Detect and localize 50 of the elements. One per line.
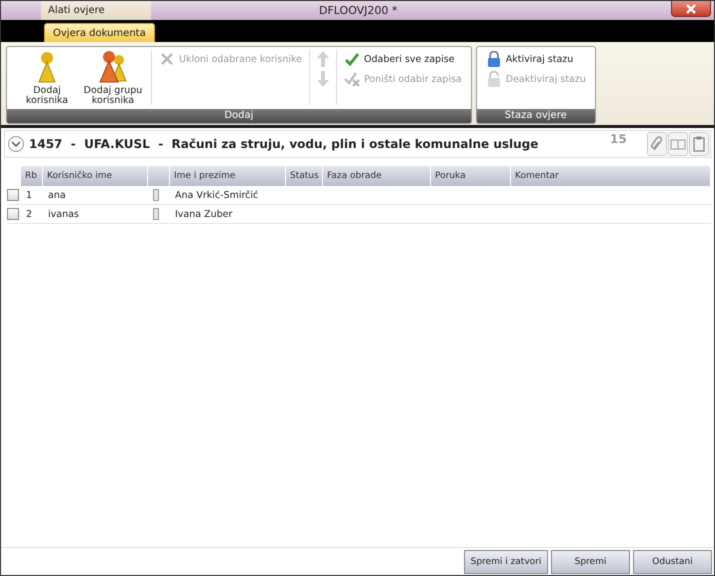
collapse-button[interactable] [8, 136, 24, 152]
footer-button[interactable]: Spremi i zatvori [464, 550, 548, 574]
people-icon [98, 50, 128, 84]
ribbon-tab[interactable]: Ovjera dokumenta [44, 23, 155, 42]
book-button[interactable] [668, 132, 688, 156]
person-icon [37, 50, 57, 84]
table-cell-text: ivanas [47, 208, 80, 220]
footer-button[interactable]: Odustani [633, 550, 712, 574]
chevron-down-icon [11, 141, 21, 147]
group-label: Dodaj [7, 109, 471, 123]
padlock-icon [486, 71, 502, 87]
window-title: DFLOOVJ200 * [319, 4, 398, 17]
group-label: Staza ovjere [476, 109, 595, 123]
checkmark-cross-icon [344, 71, 360, 87]
checkbox[interactable] [7, 189, 19, 201]
checkbox[interactable] [7, 208, 19, 220]
column-header[interactable]: Faza obrade [323, 166, 431, 186]
document-icon [153, 208, 159, 220]
ribbon-button[interactable]: Aktiviraj stazu [484, 50, 588, 68]
column-header[interactable]: Ime i prezime [170, 166, 286, 186]
column-header[interactable]: Komentar [511, 166, 711, 186]
table-cell-text: 1 [25, 190, 34, 200]
context-tab[interactable]: Alati ovjere [41, 1, 151, 20]
table-cell-text: Ivana Zuber [174, 208, 234, 220]
ribbon-button[interactable]: Odaberi sve zapise [342, 50, 464, 68]
cross-icon [159, 51, 175, 67]
table-cell-text: Ana Vrkić-Smirčić [174, 190, 260, 200]
padlock-icon [486, 51, 502, 67]
checkmark-icon [344, 51, 360, 67]
close-icon [684, 4, 698, 14]
column-header[interactable]: Rb [21, 166, 43, 186]
clipboard-button[interactable] [689, 132, 709, 156]
down-arrow-icon [317, 71, 330, 87]
up-arrow-icon [317, 51, 330, 67]
ribbon-button[interactable]: Dodaj grupu korisnika [80, 50, 146, 109]
column-header[interactable]: Poruka [431, 166, 511, 186]
close-button[interactable] [671, 1, 711, 17]
column-header[interactable]: Status [286, 166, 323, 186]
clipboard-icon [693, 136, 705, 152]
document-icon [153, 189, 159, 201]
record-count: 15 [610, 132, 627, 146]
attach-button[interactable] [647, 132, 667, 156]
column-header[interactable]: Korisničko ime [43, 166, 148, 186]
book-icon [670, 138, 686, 150]
document-title: 1457 - UFA.KUSL - Računi za struju, vodu, plin i ostale komunalne usluge [29, 137, 538, 151]
table-cell-text: ana [47, 190, 67, 200]
ribbon-button[interactable]: Dodaj korisnika [14, 50, 80, 109]
table-cell-text: 2 [25, 208, 34, 220]
paperclip-icon [650, 136, 664, 152]
footer-button[interactable]: Spremi [551, 550, 630, 574]
